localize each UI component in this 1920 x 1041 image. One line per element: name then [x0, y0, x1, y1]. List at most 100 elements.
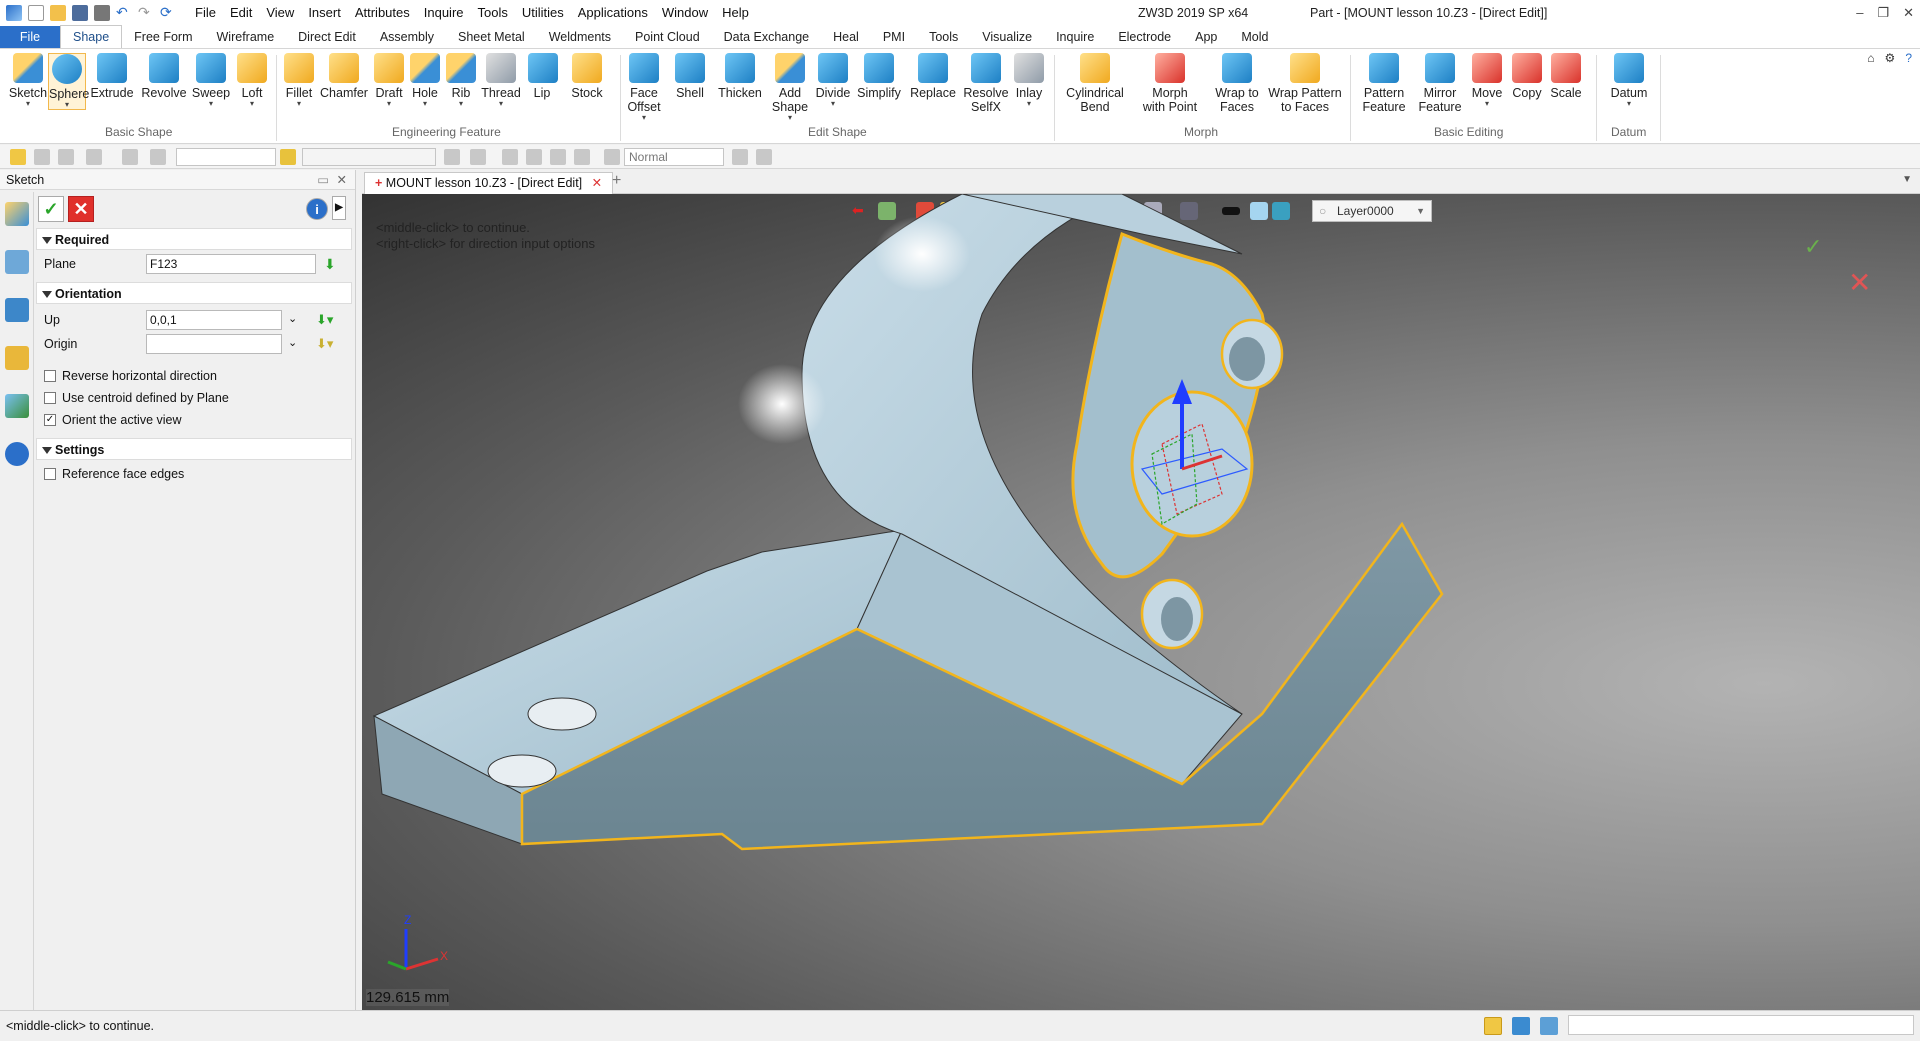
tab-list-icon[interactable]: ▼ — [1902, 174, 1912, 185]
menu-insert[interactable]: Insert — [301, 0, 348, 26]
save-icon[interactable] — [72, 5, 88, 21]
extrude-button[interactable]: Extrude — [90, 53, 134, 100]
open-file-icon[interactable] — [50, 5, 66, 21]
origin-field[interactable] — [146, 334, 282, 354]
refresh-icon[interactable]: ⟳ — [160, 5, 176, 21]
snap-icon[interactable] — [502, 149, 518, 165]
user-icon[interactable] — [4, 442, 29, 466]
checkbox-box[interactable] — [44, 392, 56, 404]
status-tree-icon[interactable] — [1484, 1017, 1502, 1035]
chamfer-button[interactable]: Chamfer — [320, 53, 368, 100]
use-centroid-checkbox[interactable]: Use centroid defined by Plane — [44, 390, 229, 408]
status-window-icon[interactable] — [1540, 1017, 1558, 1035]
view-icon[interactable] — [4, 394, 29, 418]
panel-close-icon[interactable]: ✕ — [337, 170, 347, 190]
document-tab[interactable]: + MOUNT lesson 10.Z3 - [Direct Edit] ✕ — [364, 172, 614, 194]
hole-button[interactable]: Hole ▾ — [408, 53, 442, 108]
resolve-selfx-button[interactable]: Resolve SelfX — [962, 53, 1010, 114]
menu-inquire[interactable]: Inquire — [417, 0, 471, 26]
thicken-button[interactable]: Thicken — [716, 53, 764, 100]
tab-visualize[interactable]: Visualize — [970, 26, 1044, 48]
new-file-icon[interactable] — [28, 5, 44, 21]
filter-combo[interactable] — [176, 148, 276, 166]
tab-wireframe[interactable]: Wireframe — [205, 26, 287, 48]
parts-icon[interactable] — [4, 346, 29, 370]
rebuild-icon[interactable] — [280, 149, 296, 165]
checkbox-box[interactable] — [44, 370, 56, 382]
section-orientation[interactable]: Orientation — [36, 282, 352, 304]
pointer-icon[interactable] — [732, 149, 748, 165]
revolve-button[interactable]: Revolve — [140, 53, 188, 100]
add-shape-button[interactable]: Add Shape ▾ — [770, 53, 810, 122]
plane-field[interactable]: F123 — [146, 254, 316, 274]
menu-tools[interactable]: Tools — [471, 0, 515, 26]
menu-help[interactable]: Help — [715, 0, 756, 26]
stock-button[interactable]: Stock — [566, 53, 608, 100]
tab-inquire[interactable]: Inquire — [1044, 26, 1106, 48]
redo-icon[interactable]: ↷ — [138, 5, 154, 21]
snap-icon[interactable] — [526, 149, 542, 165]
inlay-button[interactable]: Inlay ▾ — [1014, 53, 1044, 108]
checkbox-box-checked[interactable]: ✓ — [44, 414, 56, 426]
status-monitor-icon[interactable] — [1512, 1017, 1530, 1035]
reverse-horizontal-checkbox[interactable]: Reverse horizontal direction — [44, 368, 217, 386]
restore-icon[interactable]: ❐ — [1877, 0, 1889, 26]
shape-filter-icon[interactable] — [122, 149, 138, 165]
command-input[interactable] — [1568, 1015, 1914, 1035]
mirror-feature-button[interactable]: Mirror Feature — [1414, 53, 1466, 114]
tab-weldments[interactable]: Weldments — [537, 26, 623, 48]
tab-app[interactable]: App — [1183, 26, 1229, 48]
tab-file[interactable]: File — [0, 26, 60, 48]
pick-plane-icon[interactable]: ⬇ — [324, 256, 336, 273]
thread-button[interactable]: Thread ▾ — [480, 53, 522, 108]
menu-edit[interactable]: Edit — [223, 0, 259, 26]
wrap-pattern-button[interactable]: Wrap Pattern to Faces — [1266, 53, 1344, 114]
ok-button[interactable]: ✓ — [38, 196, 64, 222]
divide-button[interactable]: Divide ▾ — [814, 53, 852, 108]
tab-direct-edit[interactable]: Direct Edit — [286, 26, 368, 48]
pick-direction-icon[interactable]: ⬇▾ — [316, 312, 333, 328]
minimize-icon[interactable]: – — [1856, 0, 1863, 26]
section-required[interactable]: Required — [36, 228, 352, 250]
tab-point-cloud[interactable]: Point Cloud — [623, 26, 712, 48]
replace-button[interactable]: Replace — [910, 53, 956, 100]
shell-button[interactable]: Shell — [672, 53, 708, 100]
snap-icon[interactable] — [574, 149, 590, 165]
move-cursor-icon[interactable] — [34, 149, 50, 165]
tab-tools[interactable]: Tools — [917, 26, 970, 48]
align-icon[interactable] — [444, 149, 460, 165]
face-offset-button[interactable]: Face Offset ▾ — [624, 53, 664, 122]
add-point-icon[interactable] — [86, 149, 102, 165]
menu-attributes[interactable]: Attributes — [348, 0, 417, 26]
render-icon[interactable] — [604, 149, 620, 165]
sweep-button[interactable]: Sweep ▾ — [190, 53, 232, 108]
expand-panel-button[interactable]: ▶ — [332, 196, 346, 220]
menu-applications[interactable]: Applications — [571, 0, 655, 26]
lip-button[interactable]: Lip — [528, 53, 558, 100]
loft-button[interactable]: Loft ▾ — [232, 53, 272, 108]
home-icon[interactable]: ⌂ — [1867, 51, 1874, 65]
print-icon[interactable] — [94, 5, 110, 21]
up-dropdown-icon[interactable]: ⌄ — [288, 312, 297, 325]
settings-icon[interactable] — [756, 149, 772, 165]
sketch-tool-icon[interactable] — [4, 202, 29, 226]
fillet-button[interactable]: Fillet ▾ — [280, 53, 318, 108]
wrap-to-faces-button[interactable]: Wrap to Faces — [1212, 53, 1262, 114]
tab-electrode[interactable]: Electrode — [1106, 26, 1183, 48]
new-tab-icon[interactable]: + — [612, 172, 621, 190]
simplify-button[interactable]: Simplify — [856, 53, 902, 100]
up-field[interactable]: 0,0,1 — [146, 310, 282, 330]
filter-icon[interactable] — [150, 149, 166, 165]
menu-utilities[interactable]: Utilities — [515, 0, 571, 26]
reference-face-edges-checkbox[interactable]: Reference face edges — [44, 466, 184, 484]
tab-assembly[interactable]: Assembly — [368, 26, 446, 48]
checkbox-box[interactable] — [44, 468, 56, 480]
tab-close-icon[interactable]: ✕ — [592, 176, 602, 190]
part-model[interactable] — [362, 194, 1920, 1010]
snap-icon[interactable] — [550, 149, 566, 165]
tab-heal[interactable]: Heal — [821, 26, 871, 48]
3d-viewport[interactable]: <middle-click> to continue. <right-click… — [362, 194, 1920, 1010]
draft-button[interactable]: Draft ▾ — [372, 53, 406, 108]
pin-icon[interactable]: ▭ — [317, 170, 329, 190]
cylindrical-bend-button[interactable]: Cylindrical Bend — [1062, 53, 1128, 114]
